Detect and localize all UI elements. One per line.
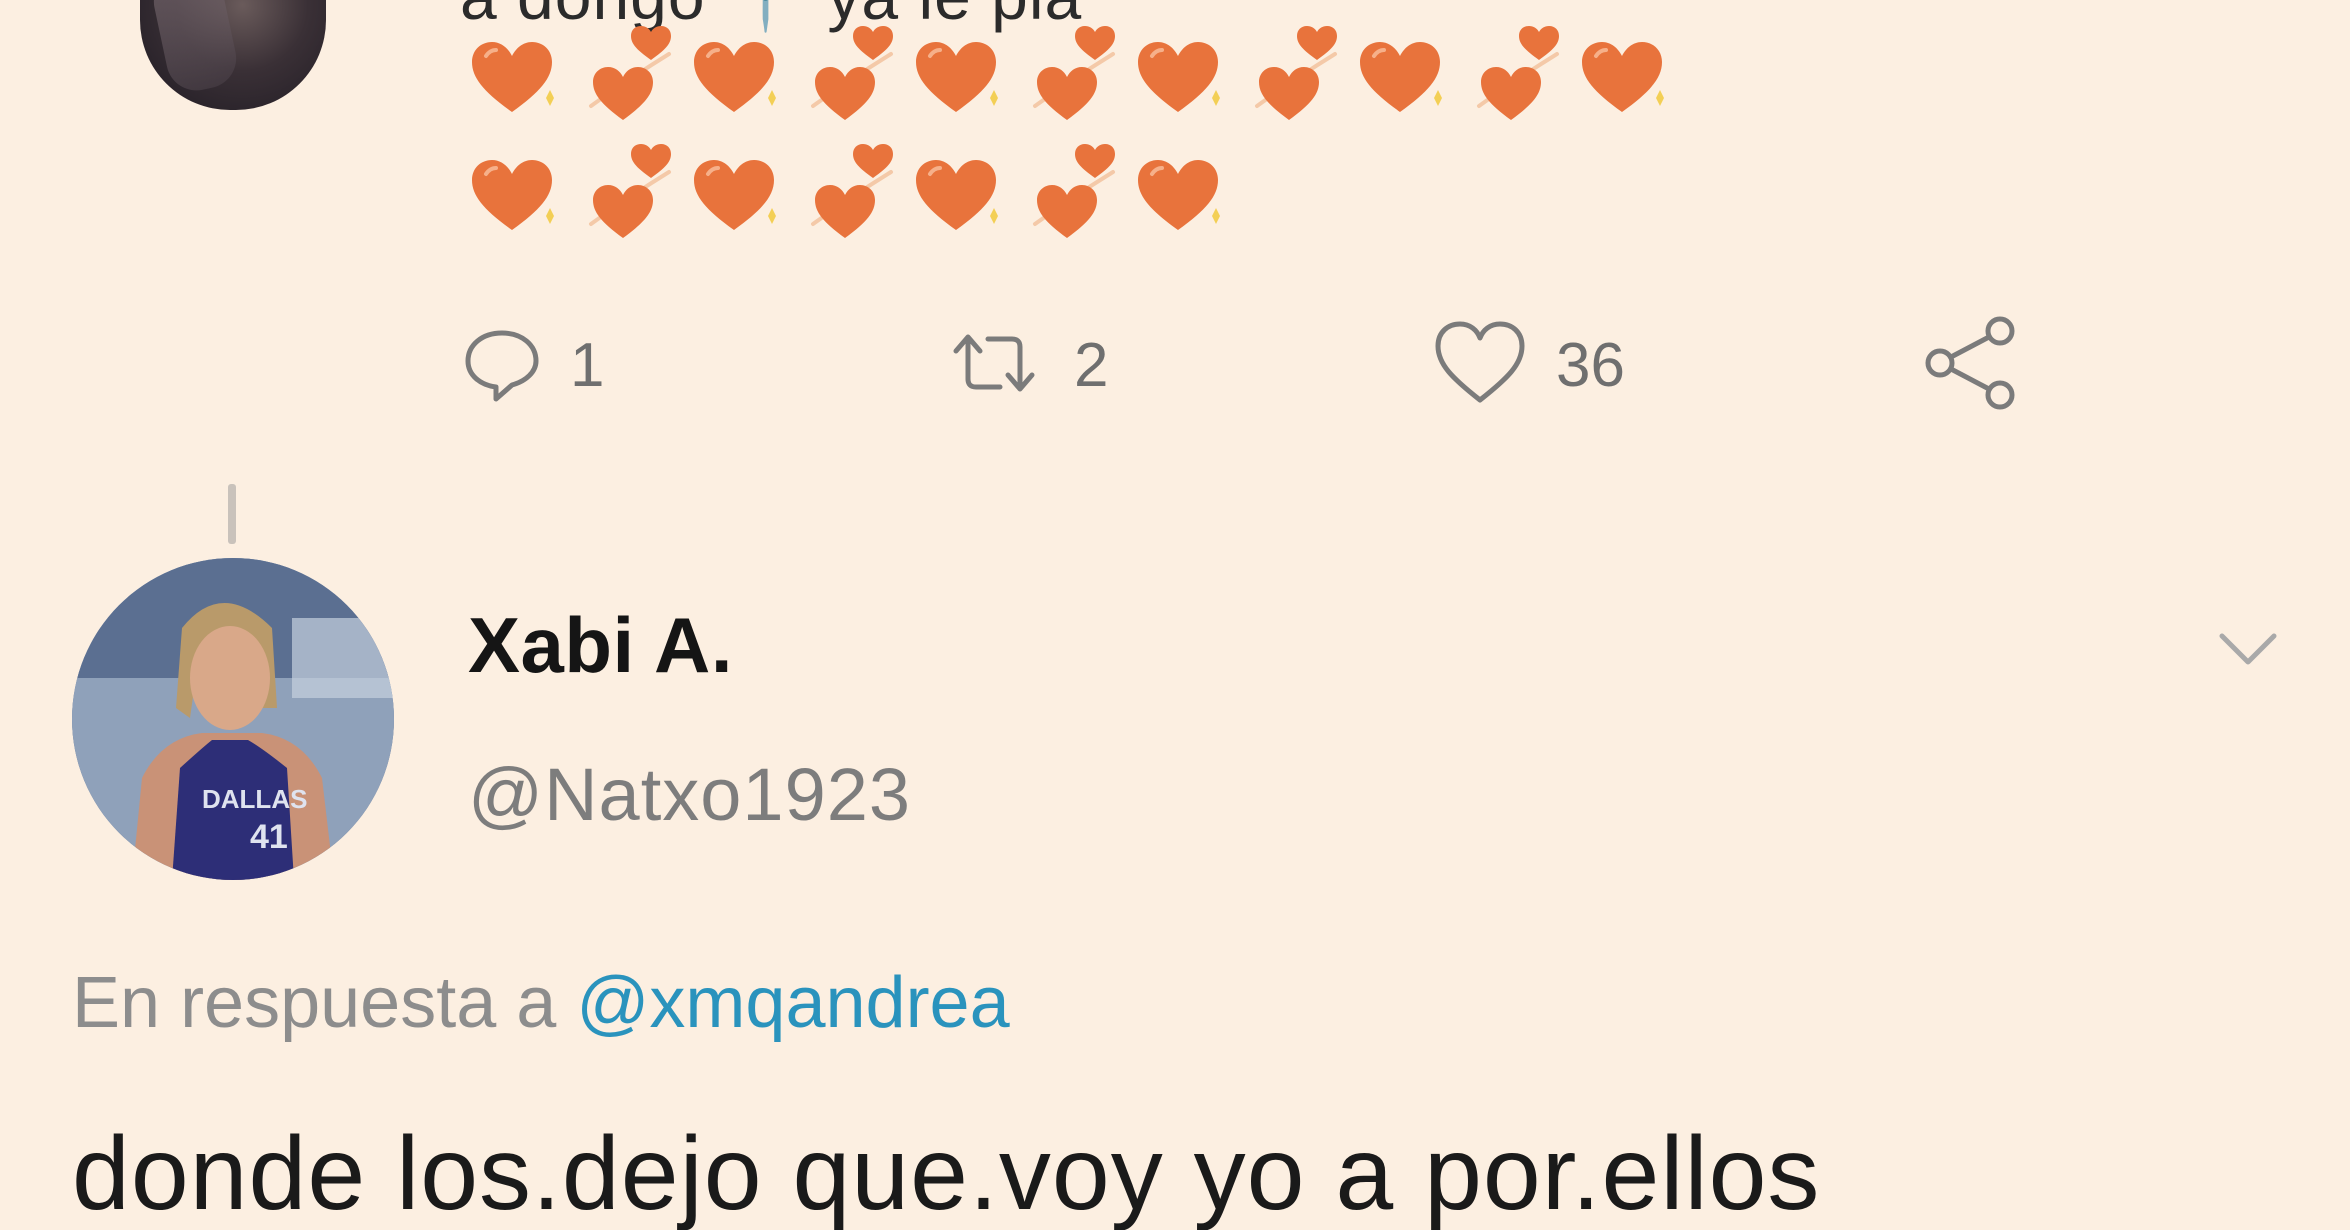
two-hearts-emoji	[793, 138, 904, 246]
retweet-icon	[942, 323, 1046, 408]
retweet-button[interactable]: 2	[942, 310, 1108, 420]
reply-context: En respuesta a @xmqandrea	[72, 962, 1010, 1044]
avatar[interactable]: DALLAS 41	[72, 558, 394, 880]
two-hearts-emoji	[1459, 20, 1570, 128]
tweet-options-button[interactable]	[2212, 612, 2284, 684]
reply-mention-link[interactable]: @xmqandrea	[576, 963, 1009, 1043]
emoji-row-1	[460, 20, 1681, 128]
reply-button[interactable]: 1	[462, 310, 604, 420]
orange-heart-emoji	[1570, 20, 1681, 128]
previous-tweet-avatar[interactable]	[140, 0, 326, 110]
retweet-count: 2	[1074, 330, 1109, 400]
orange-heart-emoji	[904, 138, 1015, 246]
emoji-row-2	[460, 138, 1237, 246]
display-name[interactable]: Xabi A.	[468, 600, 733, 691]
svg-text:41: 41	[250, 818, 288, 856]
two-hearts-emoji	[571, 20, 682, 128]
orange-heart-emoji	[1126, 20, 1237, 128]
like-count: 36	[1556, 330, 1625, 400]
like-button[interactable]: 36	[1432, 310, 1625, 420]
two-hearts-emoji	[1015, 138, 1126, 246]
orange-heart-emoji	[1348, 20, 1459, 128]
tweet-thread-view: a dongo 📍 ya le pla 1 2	[0, 0, 2350, 1230]
orange-heart-emoji	[460, 138, 571, 246]
two-hearts-emoji	[1237, 20, 1348, 128]
user-handle[interactable]: @Natxo1923	[468, 752, 911, 837]
two-hearts-emoji	[571, 138, 682, 246]
orange-heart-emoji	[904, 20, 1015, 128]
tweet-text: donde los.dejo que.voy yo a por.ellos	[72, 1116, 1821, 1230]
thread-connector-line	[228, 484, 236, 544]
orange-heart-emoji	[460, 20, 571, 128]
two-hearts-emoji	[1015, 20, 1126, 128]
reply-icon	[462, 323, 542, 408]
share-button[interactable]	[1922, 310, 2022, 420]
share-icon	[1922, 315, 2022, 416]
orange-heart-emoji	[682, 20, 793, 128]
reply-prefix: En respuesta a	[72, 963, 557, 1043]
orange-heart-emoji	[1126, 138, 1237, 246]
svg-text:DALLAS: DALLAS	[202, 784, 307, 814]
two-hearts-emoji	[793, 20, 904, 128]
orange-heart-emoji	[682, 138, 793, 246]
reply-count: 1	[570, 330, 605, 400]
chevron-down-icon	[2212, 633, 2284, 688]
tweet-action-bar: 1 2 36	[0, 310, 2350, 420]
like-icon	[1432, 318, 1528, 413]
